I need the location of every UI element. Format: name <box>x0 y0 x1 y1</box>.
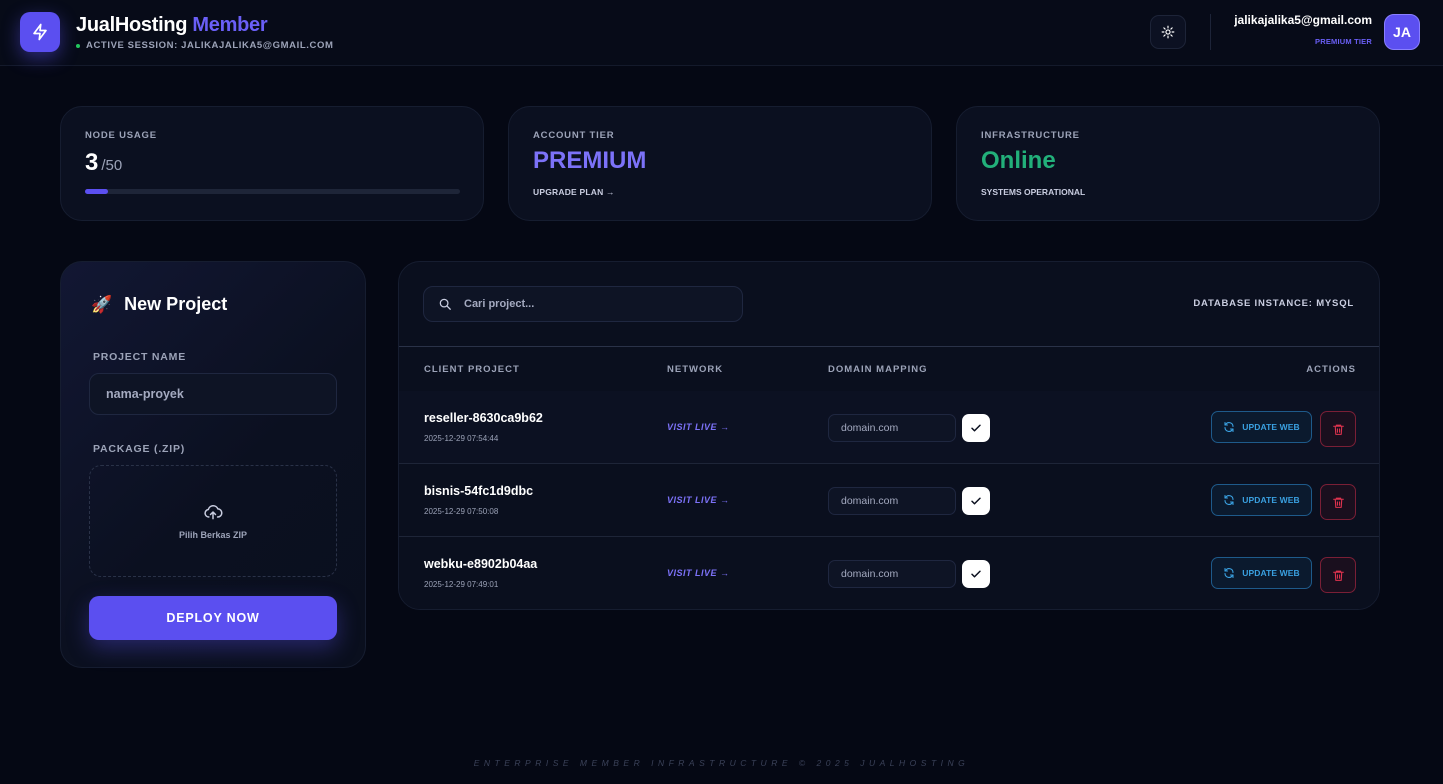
user-email: jalikajalika5@gmail.com <box>1234 13 1372 27</box>
visit-live-link[interactable]: VISIT LIVE → <box>667 568 730 578</box>
node-usage-progress-fill <box>85 189 108 194</box>
new-project-title: 🚀 New Project <box>91 294 227 315</box>
account-tier-label: ACCOUNT TIER <box>533 130 615 141</box>
delete-button[interactable] <box>1320 557 1356 593</box>
rocket-icon: 🚀 <box>91 294 113 314</box>
top-header: JualHosting Member ACTIVE SESSION: JALIK… <box>0 0 1443 66</box>
package-label: PACKAGE (.ZIP) <box>93 443 186 455</box>
project-date: 2025-12-29 07:50:08 <box>424 507 499 516</box>
domain-input[interactable]: domain.com <box>828 414 956 442</box>
table-row: webku-e8902b04aa 2025-12-29 07:49:01 VIS… <box>399 537 1379 609</box>
search-input[interactable] <box>464 298 724 310</box>
app-logo[interactable] <box>20 12 60 52</box>
search-box[interactable] <box>423 286 743 322</box>
deploy-button[interactable]: DEPLOY NOW <box>89 596 337 640</box>
save-domain-button[interactable] <box>962 487 990 515</box>
delete-button[interactable] <box>1320 484 1356 520</box>
project-name: reseller-8630ca9b62 <box>424 411 543 425</box>
infrastructure-label: INFRASTRUCTURE <box>981 130 1080 141</box>
visit-live-link[interactable]: VISIT LIVE → <box>667 422 730 432</box>
upgrade-plan-link[interactable]: UPGRADE PLAN → <box>533 187 615 197</box>
lightning-icon <box>33 23 47 41</box>
save-domain-button[interactable] <box>962 560 990 588</box>
infrastructure-card: INFRASTRUCTURE Online SYSTEMS OPERATIONA… <box>956 106 1380 221</box>
update-web-button[interactable]: UPDATE WEB <box>1211 484 1312 516</box>
zip-dropzone[interactable]: Pilih Berkas ZIP <box>89 465 337 577</box>
footer-text: ENTERPRISE MEMBER INFRASTRUCTURE © 2025 … <box>473 758 970 768</box>
table-header: CLIENT PROJECT NETWORK DOMAIN MAPPING AC… <box>399 346 1379 391</box>
infrastructure-value: Online <box>981 147 1056 174</box>
update-web-label: UPDATE WEB <box>1242 422 1300 432</box>
infrastructure-status: SYSTEMS OPERATIONAL <box>981 187 1086 197</box>
account-tier-card: ACCOUNT TIER PREMIUM UPGRADE PLAN → <box>508 106 932 221</box>
dropzone-text: Pilih Berkas ZIP <box>178 530 248 540</box>
avatar[interactable]: JA <box>1384 14 1420 50</box>
theme-toggle-button[interactable] <box>1150 15 1186 49</box>
session-label: ACTIVE SESSION: JALIKAJALIKA5@GMAIL.COM <box>86 40 334 51</box>
save-domain-button[interactable] <box>962 414 990 442</box>
node-usage-progress <box>85 189 460 194</box>
project-name-input[interactable]: nama-proyek <box>89 373 337 415</box>
column-header-actions: ACTIONS <box>1306 364 1356 375</box>
project-date: 2025-12-29 07:54:44 <box>424 434 499 443</box>
update-web-button[interactable]: UPDATE WEB <box>1211 411 1312 443</box>
check-icon <box>971 424 981 432</box>
column-header-network: NETWORK <box>667 364 724 375</box>
refresh-icon <box>1224 421 1234 433</box>
node-usage-value: 3/50 <box>85 149 122 177</box>
session-status-dot <box>76 43 80 48</box>
trash-icon <box>1332 424 1344 435</box>
project-name: bisnis-54fc1d9dbc <box>424 484 534 498</box>
delete-button[interactable] <box>1320 411 1356 447</box>
domain-input[interactable]: domain.com <box>828 560 956 588</box>
project-name-label: PROJECT NAME <box>93 351 187 363</box>
table-row: bisnis-54fc1d9dbc 2025-12-29 07:50:08 VI… <box>399 464 1379 537</box>
column-header-domain-mapping: DOMAIN MAPPING <box>828 364 928 375</box>
refresh-icon <box>1224 494 1234 506</box>
active-session: ACTIVE SESSION: JALIKAJALIKA5@GMAIL.COM <box>76 40 334 51</box>
project-name: webku-e8902b04aa <box>424 557 538 571</box>
account-tier-value: PREMIUM <box>533 147 647 174</box>
column-header-client-project: CLIENT PROJECT <box>424 364 520 375</box>
update-web-label: UPDATE WEB <box>1242 495 1300 505</box>
trash-icon <box>1332 497 1344 508</box>
node-usage-count: 3 <box>85 149 99 176</box>
visit-live-link[interactable]: VISIT LIVE → <box>667 495 730 505</box>
brand-secondary: Member <box>192 14 268 36</box>
brand-primary: JualHosting <box>76 14 188 36</box>
check-icon <box>971 570 981 578</box>
update-web-button[interactable]: UPDATE WEB <box>1211 557 1312 589</box>
new-project-title-text: New Project <box>124 294 228 314</box>
new-project-panel: 🚀 New Project PROJECT NAME nama-proyek P… <box>60 261 366 668</box>
domain-input[interactable]: domain.com <box>828 487 956 515</box>
search-icon <box>439 298 451 310</box>
database-instance-label: DATABASE INSTANCE: MYSQL <box>1193 298 1354 309</box>
node-usage-label: NODE USAGE <box>85 130 157 141</box>
check-icon <box>971 497 981 505</box>
node-usage-max: /50 <box>101 157 123 174</box>
update-web-label: UPDATE WEB <box>1242 568 1300 578</box>
sun-icon <box>1161 25 1175 39</box>
node-usage-card: NODE USAGE 3/50 <box>60 106 484 221</box>
table-row: reseller-8630ca9b62 2025-12-29 07:54:44 … <box>399 391 1379 464</box>
brand-title: JualHosting Member <box>76 14 268 37</box>
user-tier: PREMIUM TIER <box>1315 37 1372 46</box>
upload-cloud-icon <box>204 504 223 520</box>
trash-icon <box>1332 570 1344 581</box>
project-date: 2025-12-29 07:49:01 <box>424 580 499 589</box>
header-divider <box>1210 14 1211 50</box>
refresh-icon <box>1224 567 1234 579</box>
projects-table-panel: DATABASE INSTANCE: MYSQL CLIENT PROJECT … <box>398 261 1380 610</box>
